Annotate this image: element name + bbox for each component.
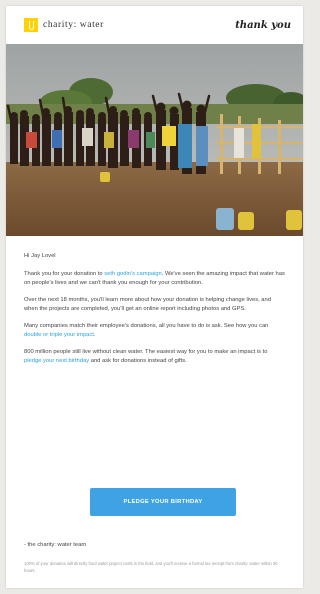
email-card: charity: water thank you Hi Jay Lovel Th… [6,6,303,588]
paragraph-matching: Many companies match their employee's do… [24,322,269,338]
pledge-birthday-button[interactable]: PLEDGE YOUR BIRTHDAY [90,488,236,516]
birthday-link[interactable]: pledge your next birthday [24,358,89,364]
crowd-celebrating-water-point-image [6,44,303,236]
jerry-can-icon [24,18,38,32]
campaign-link[interactable]: seth godin's campaign [104,271,162,277]
paragraph-thanks: Thank you for your donation to seth godi… [24,270,285,286]
hero-photo [6,44,303,236]
paragraph-updates: Over the next 18 months, you'll learn mo… [24,296,271,312]
brand-name: charity: water [43,20,104,30]
greeting: Hi Jay Lovel [24,253,56,259]
fine-print: 100% of your donation will directly fund… [24,561,278,573]
thank-you-heading: thank you [235,19,291,31]
matching-link[interactable]: double or triple your impact [24,332,94,338]
paragraph-birthday: 800 million people still live without cl… [24,348,268,364]
email-header: charity: water thank you [6,6,303,44]
email-body: Hi Jay Lovel Thank you for your donation… [24,252,286,374]
signoff: - the charity: water team [24,542,87,548]
brand-logo[interactable]: charity: water [24,18,104,32]
